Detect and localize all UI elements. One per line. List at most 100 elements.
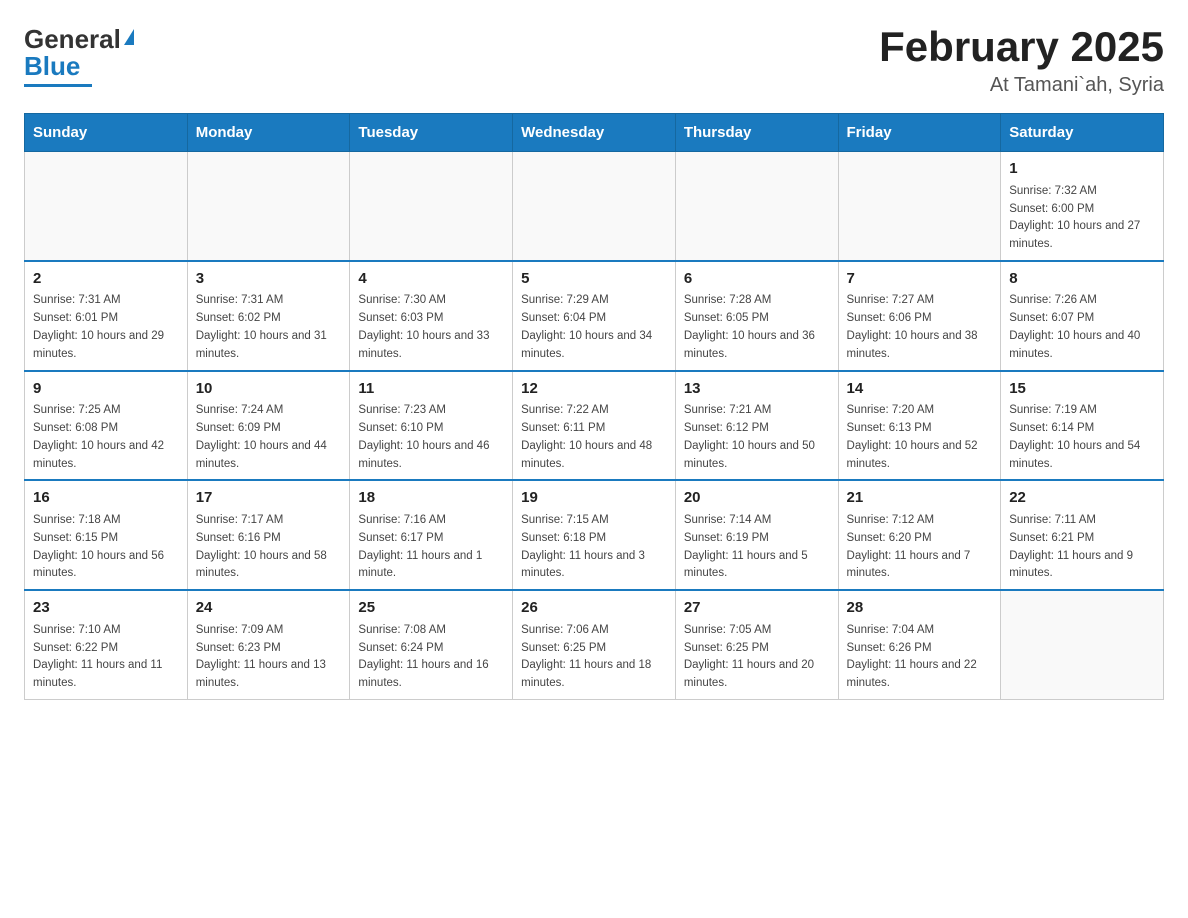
day-number: 12 <box>521 378 667 401</box>
calendar-day: 20Sunrise: 7:14 AM Sunset: 6:19 PM Dayli… <box>675 480 838 590</box>
day-info: Sunrise: 7:05 AM Sunset: 6:25 PM Dayligh… <box>684 622 830 693</box>
calendar-day: 1Sunrise: 7:32 AM Sunset: 6:00 PM Daylig… <box>1001 152 1164 261</box>
calendar-day: 24Sunrise: 7:09 AM Sunset: 6:23 PM Dayli… <box>187 590 350 699</box>
logo-underline <box>24 84 92 87</box>
calendar-day: 8Sunrise: 7:26 AM Sunset: 6:07 PM Daylig… <box>1001 261 1164 371</box>
calendar-day: 16Sunrise: 7:18 AM Sunset: 6:15 PM Dayli… <box>25 480 188 590</box>
day-info: Sunrise: 7:19 AM Sunset: 6:14 PM Dayligh… <box>1009 402 1155 473</box>
day-info: Sunrise: 7:22 AM Sunset: 6:11 PM Dayligh… <box>521 402 667 473</box>
day-number: 10 <box>196 378 342 401</box>
day-info: Sunrise: 7:15 AM Sunset: 6:18 PM Dayligh… <box>521 512 667 583</box>
day-info: Sunrise: 7:16 AM Sunset: 6:17 PM Dayligh… <box>358 512 504 583</box>
calendar-week-4: 16Sunrise: 7:18 AM Sunset: 6:15 PM Dayli… <box>25 480 1164 590</box>
calendar-day: 26Sunrise: 7:06 AM Sunset: 6:25 PM Dayli… <box>513 590 676 699</box>
day-info: Sunrise: 7:14 AM Sunset: 6:19 PM Dayligh… <box>684 512 830 583</box>
logo: General Blue <box>24 24 134 87</box>
day-info: Sunrise: 7:06 AM Sunset: 6:25 PM Dayligh… <box>521 622 667 693</box>
day-header-sunday: Sunday <box>25 114 188 152</box>
day-number: 14 <box>847 378 993 401</box>
day-info: Sunrise: 7:18 AM Sunset: 6:15 PM Dayligh… <box>33 512 179 583</box>
day-number: 13 <box>684 378 830 401</box>
day-number: 6 <box>684 268 830 291</box>
calendar-table: SundayMondayTuesdayWednesdayThursdayFrid… <box>24 113 1164 700</box>
calendar-week-3: 9Sunrise: 7:25 AM Sunset: 6:08 PM Daylig… <box>25 371 1164 481</box>
day-info: Sunrise: 7:29 AM Sunset: 6:04 PM Dayligh… <box>521 292 667 363</box>
day-number: 20 <box>684 487 830 510</box>
day-number: 8 <box>1009 268 1155 291</box>
calendar-title: February 2025 <box>879 24 1164 70</box>
calendar-day: 2Sunrise: 7:31 AM Sunset: 6:01 PM Daylig… <box>25 261 188 371</box>
day-info: Sunrise: 7:23 AM Sunset: 6:10 PM Dayligh… <box>358 402 504 473</box>
day-info: Sunrise: 7:31 AM Sunset: 6:01 PM Dayligh… <box>33 292 179 363</box>
day-header-friday: Friday <box>838 114 1001 152</box>
day-number: 17 <box>196 487 342 510</box>
day-info: Sunrise: 7:20 AM Sunset: 6:13 PM Dayligh… <box>847 402 993 473</box>
day-info: Sunrise: 7:27 AM Sunset: 6:06 PM Dayligh… <box>847 292 993 363</box>
day-number: 27 <box>684 597 830 620</box>
calendar-day: 27Sunrise: 7:05 AM Sunset: 6:25 PM Dayli… <box>675 590 838 699</box>
day-info: Sunrise: 7:11 AM Sunset: 6:21 PM Dayligh… <box>1009 512 1155 583</box>
day-number: 25 <box>358 597 504 620</box>
calendar-day <box>513 152 676 261</box>
days-of-week-row: SundayMondayTuesdayWednesdayThursdayFrid… <box>25 114 1164 152</box>
day-number: 21 <box>847 487 993 510</box>
day-info: Sunrise: 7:12 AM Sunset: 6:20 PM Dayligh… <box>847 512 993 583</box>
day-info: Sunrise: 7:25 AM Sunset: 6:08 PM Dayligh… <box>33 402 179 473</box>
day-number: 4 <box>358 268 504 291</box>
calendar-day: 25Sunrise: 7:08 AM Sunset: 6:24 PM Dayli… <box>350 590 513 699</box>
day-info: Sunrise: 7:28 AM Sunset: 6:05 PM Dayligh… <box>684 292 830 363</box>
day-info: Sunrise: 7:26 AM Sunset: 6:07 PM Dayligh… <box>1009 292 1155 363</box>
day-number: 11 <box>358 378 504 401</box>
day-header-saturday: Saturday <box>1001 114 1164 152</box>
calendar-day: 11Sunrise: 7:23 AM Sunset: 6:10 PM Dayli… <box>350 371 513 481</box>
calendar-day <box>25 152 188 261</box>
calendar-day: 10Sunrise: 7:24 AM Sunset: 6:09 PM Dayli… <box>187 371 350 481</box>
calendar-day <box>838 152 1001 261</box>
day-number: 19 <box>521 487 667 510</box>
calendar-day: 23Sunrise: 7:10 AM Sunset: 6:22 PM Dayli… <box>25 590 188 699</box>
calendar-week-5: 23Sunrise: 7:10 AM Sunset: 6:22 PM Dayli… <box>25 590 1164 699</box>
day-number: 3 <box>196 268 342 291</box>
calendar-day: 19Sunrise: 7:15 AM Sunset: 6:18 PM Dayli… <box>513 480 676 590</box>
calendar-day: 13Sunrise: 7:21 AM Sunset: 6:12 PM Dayli… <box>675 371 838 481</box>
calendar-day: 15Sunrise: 7:19 AM Sunset: 6:14 PM Dayli… <box>1001 371 1164 481</box>
calendar-day: 17Sunrise: 7:17 AM Sunset: 6:16 PM Dayli… <box>187 480 350 590</box>
calendar-day: 9Sunrise: 7:25 AM Sunset: 6:08 PM Daylig… <box>25 371 188 481</box>
calendar-day: 22Sunrise: 7:11 AM Sunset: 6:21 PM Dayli… <box>1001 480 1164 590</box>
day-header-monday: Monday <box>187 114 350 152</box>
day-number: 5 <box>521 268 667 291</box>
calendar-body: 1Sunrise: 7:32 AM Sunset: 6:00 PM Daylig… <box>25 152 1164 700</box>
day-info: Sunrise: 7:09 AM Sunset: 6:23 PM Dayligh… <box>196 622 342 693</box>
calendar-day: 28Sunrise: 7:04 AM Sunset: 6:26 PM Dayli… <box>838 590 1001 699</box>
day-info: Sunrise: 7:32 AM Sunset: 6:00 PM Dayligh… <box>1009 183 1155 254</box>
calendar-week-1: 1Sunrise: 7:32 AM Sunset: 6:00 PM Daylig… <box>25 152 1164 261</box>
day-info: Sunrise: 7:10 AM Sunset: 6:22 PM Dayligh… <box>33 622 179 693</box>
day-header-wednesday: Wednesday <box>513 114 676 152</box>
calendar-day: 4Sunrise: 7:30 AM Sunset: 6:03 PM Daylig… <box>350 261 513 371</box>
calendar-subtitle: At Tamani`ah, Syria <box>879 74 1164 97</box>
day-number: 7 <box>847 268 993 291</box>
calendar-day <box>1001 590 1164 699</box>
day-info: Sunrise: 7:30 AM Sunset: 6:03 PM Dayligh… <box>358 292 504 363</box>
day-info: Sunrise: 7:21 AM Sunset: 6:12 PM Dayligh… <box>684 402 830 473</box>
day-header-thursday: Thursday <box>675 114 838 152</box>
calendar-day: 21Sunrise: 7:12 AM Sunset: 6:20 PM Dayli… <box>838 480 1001 590</box>
calendar-day: 6Sunrise: 7:28 AM Sunset: 6:05 PM Daylig… <box>675 261 838 371</box>
day-number: 22 <box>1009 487 1155 510</box>
logo-blue: Blue <box>24 51 80 82</box>
calendar-day: 12Sunrise: 7:22 AM Sunset: 6:11 PM Dayli… <box>513 371 676 481</box>
day-number: 23 <box>33 597 179 620</box>
day-info: Sunrise: 7:24 AM Sunset: 6:09 PM Dayligh… <box>196 402 342 473</box>
day-number: 1 <box>1009 158 1155 181</box>
calendar-day <box>350 152 513 261</box>
title-block: February 2025 At Tamani`ah, Syria <box>879 24 1164 97</box>
page-header: General Blue February 2025 At Tamani`ah,… <box>24 24 1164 97</box>
day-number: 9 <box>33 378 179 401</box>
day-number: 26 <box>521 597 667 620</box>
day-number: 16 <box>33 487 179 510</box>
calendar-day: 3Sunrise: 7:31 AM Sunset: 6:02 PM Daylig… <box>187 261 350 371</box>
day-info: Sunrise: 7:08 AM Sunset: 6:24 PM Dayligh… <box>358 622 504 693</box>
calendar-day <box>675 152 838 261</box>
day-number: 18 <box>358 487 504 510</box>
day-info: Sunrise: 7:17 AM Sunset: 6:16 PM Dayligh… <box>196 512 342 583</box>
